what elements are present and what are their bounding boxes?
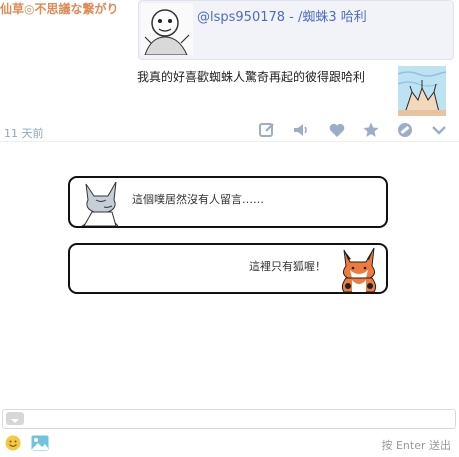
edit-icon[interactable] xyxy=(258,121,276,139)
emoji-icon[interactable] xyxy=(5,435,21,451)
post-content: 我真的好喜歡蜘蛛人驚奇再起的彼得跟哈利 xyxy=(137,70,366,84)
shared-link-card[interactable]: @lsps950178 - /蜘蛛3 哈利 xyxy=(138,0,454,60)
post-image[interactable] xyxy=(398,66,446,116)
comment-input[interactable] xyxy=(2,409,456,429)
empty-comment-bubble-wolf: 這個噗居然沒有人留言…… xyxy=(68,176,388,228)
post-timestamp[interactable]: 11 天前 xyxy=(4,125,44,141)
block-icon[interactable] xyxy=(396,121,414,139)
collapse-toggle-button[interactable] xyxy=(6,412,24,425)
chevron-down-icon[interactable] xyxy=(430,121,448,139)
share-thumbnail xyxy=(141,3,193,56)
speaker-icon[interactable] xyxy=(292,121,310,139)
share-title-link[interactable]: @lsps950178 - /蜘蛛3 哈利 xyxy=(197,6,367,25)
heart-icon[interactable] xyxy=(328,121,346,139)
fox-message: 這裡只有狐喔！ xyxy=(249,260,326,273)
send-hint: 按 Enter 送出 xyxy=(381,439,451,452)
star-icon[interactable] xyxy=(362,121,380,139)
fox-mascot xyxy=(336,246,382,293)
wolf-mascot xyxy=(78,178,126,227)
user-name[interactable]: 仙草◎不思議な繋がり xyxy=(0,0,118,17)
wolf-message: 這個噗居然沒有人留言…… xyxy=(132,193,264,206)
divider xyxy=(0,141,459,142)
empty-comment-bubble-fox: 這裡只有狐喔！ xyxy=(68,243,388,294)
image-upload-icon[interactable] xyxy=(31,435,49,451)
